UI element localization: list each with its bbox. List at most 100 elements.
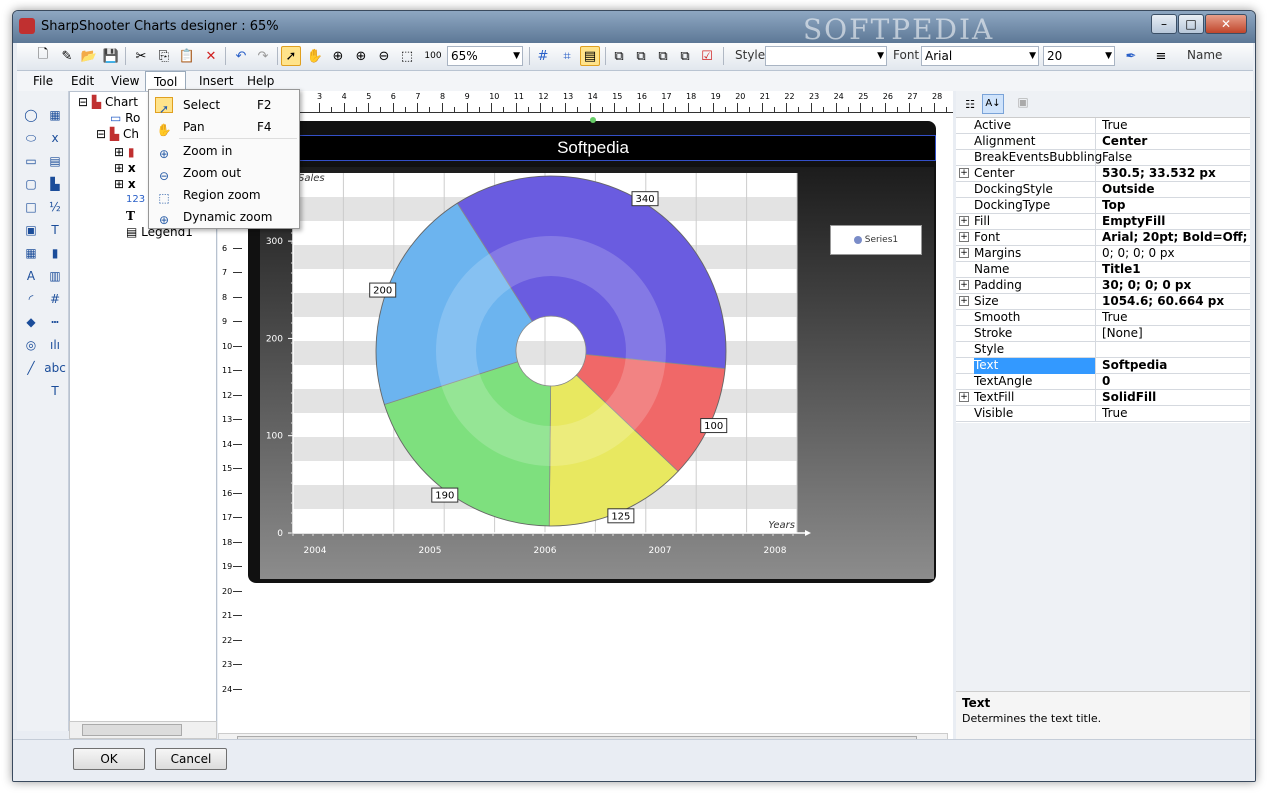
property-value[interactable]: True bbox=[1102, 310, 1250, 325]
table-tool-icon[interactable]: ▤ bbox=[45, 151, 65, 171]
property-value[interactable]: 0; 0; 0; 0 px bbox=[1102, 246, 1250, 261]
property-row-fill[interactable]: + Fill EmptyFill bbox=[956, 214, 1250, 230]
tree-node-series-a[interactable]: ⊞ ▮ bbox=[114, 144, 135, 160]
stacked-chart-tool-icon[interactable]: ▥ bbox=[45, 266, 65, 286]
tree-node-labels[interactable]: 123 bbox=[126, 192, 145, 208]
zoom-in-icon[interactable]: ⊕ bbox=[328, 46, 348, 66]
tool-menu-item-region-zoom[interactable]: ⬚ Region zoom bbox=[151, 184, 297, 206]
undo-icon[interactable]: ↶ bbox=[231, 46, 251, 66]
font-size-combo[interactable]: 20 ▼ bbox=[1043, 46, 1115, 66]
property-value[interactable]: Top bbox=[1102, 198, 1250, 213]
menu-edit[interactable]: Edit bbox=[63, 71, 102, 91]
grid-icon[interactable]: # bbox=[533, 46, 553, 66]
property-row-text[interactable]: Text Softpedia bbox=[956, 358, 1250, 374]
label-tool-icon[interactable]: # bbox=[45, 289, 65, 309]
property-row-stroke[interactable]: Stroke [None] bbox=[956, 326, 1250, 342]
property-row-font[interactable]: + Font Arial; 20pt; Bold=Off; Italic bbox=[956, 230, 1250, 246]
delete-icon[interactable]: ✕ bbox=[201, 46, 221, 66]
menu-insert[interactable]: Insert bbox=[191, 71, 241, 91]
text-tool-icon[interactable]: T bbox=[45, 220, 65, 240]
region-zoom-icon[interactable]: ⬚ bbox=[397, 46, 417, 66]
tree-node-ch[interactable]: ⊟ ▙ Ch bbox=[96, 126, 139, 142]
expand-icon[interactable]: + bbox=[959, 248, 969, 258]
property-value[interactable]: Softpedia bbox=[1102, 358, 1250, 373]
expand-icon[interactable]: + bbox=[959, 232, 969, 242]
paste-icon[interactable]: 📋 bbox=[177, 46, 197, 66]
property-value[interactable]: EmptyFill bbox=[1102, 214, 1250, 229]
property-row-smooth[interactable]: Smooth True bbox=[956, 310, 1250, 326]
property-row-textangle[interactable]: TextAngle 0 bbox=[956, 374, 1250, 390]
new-icon[interactable]: 🗋 bbox=[33, 46, 53, 66]
zoom-in-plus-icon[interactable]: ⊕ bbox=[351, 46, 371, 66]
property-value[interactable]: True bbox=[1102, 406, 1250, 421]
textbox-tool-icon[interactable]: A bbox=[21, 266, 41, 286]
expand-icon[interactable]: + bbox=[959, 280, 969, 290]
property-row-active[interactable]: Active True bbox=[956, 118, 1250, 134]
property-value[interactable]: [None] bbox=[1102, 326, 1250, 341]
tree-node-ro[interactable]: ▭ Ro bbox=[110, 110, 140, 126]
property-value[interactable]: Center bbox=[1102, 134, 1250, 149]
rectangle-tool-icon[interactable]: ▭ bbox=[21, 151, 41, 171]
property-value[interactable]: False bbox=[1102, 150, 1250, 165]
rounded-ellipse-tool-icon[interactable]: ⬭ bbox=[21, 128, 41, 148]
gauge-tool-icon[interactable]: ◎ bbox=[21, 335, 41, 355]
cancel-button[interactable]: Cancel bbox=[155, 748, 227, 770]
zoom-out-icon[interactable]: ⊖ bbox=[374, 46, 394, 66]
minimize-button[interactable]: – bbox=[1151, 14, 1177, 34]
rounded-rect-tool-icon[interactable]: ▢ bbox=[21, 174, 41, 194]
property-row-textfill[interactable]: + TextFill SolidFill bbox=[956, 390, 1250, 406]
tree-node-axis-y[interactable]: ⊞ x bbox=[114, 176, 136, 192]
property-value[interactable]: Title1 bbox=[1102, 262, 1250, 277]
group-icon[interactable]: ⧉ bbox=[653, 46, 673, 66]
picture-tool-icon[interactable]: ▦ bbox=[21, 243, 41, 263]
tool-menu-item-zoom-in[interactable]: ⊕ Zoom in bbox=[151, 140, 297, 162]
series-tool-icon[interactable]: ▮ bbox=[45, 243, 65, 263]
chart-canvas[interactable]: Softpedia Series1 0 100 200 300 2004 2005 2006… bbox=[248, 117, 936, 583]
tree-scrollbar[interactable] bbox=[69, 721, 217, 739]
menu-view[interactable]: View bbox=[103, 71, 147, 91]
property-value[interactable]: 0 bbox=[1102, 374, 1250, 389]
axis-tool-icon[interactable]: x bbox=[45, 128, 65, 148]
property-row-style[interactable]: Style bbox=[956, 342, 1250, 358]
property-value[interactable]: True bbox=[1102, 118, 1250, 133]
histogram-tool-icon[interactable]: ılı bbox=[45, 335, 65, 355]
property-row-center[interactable]: + Center 530.5; 33.532 px bbox=[956, 166, 1250, 182]
property-row-dockingtype[interactable]: DockingType Top bbox=[956, 198, 1250, 214]
expand-icon[interactable]: + bbox=[959, 296, 969, 306]
save-icon[interactable]: 💾 bbox=[101, 46, 121, 66]
property-row-alignment[interactable]: Alignment Center bbox=[956, 134, 1250, 150]
snap-icon[interactable]: ⌗ bbox=[557, 46, 577, 66]
property-row-name[interactable]: Name Title1 bbox=[956, 262, 1250, 278]
expand-icon[interactable]: + bbox=[959, 216, 969, 226]
wizard-icon[interactable]: ✎ bbox=[57, 46, 77, 66]
copy-icon[interactable]: ⎘ bbox=[154, 46, 174, 66]
font-combo[interactable]: Arial ▼ bbox=[921, 46, 1039, 66]
zoom-combo[interactable]: 65% ▼ bbox=[447, 46, 523, 66]
menu-file[interactable]: File bbox=[25, 71, 61, 91]
chart-tool-icon[interactable]: ▦ bbox=[45, 105, 65, 125]
property-value[interactable]: 530.5; 33.532 px bbox=[1102, 166, 1250, 181]
tool-menu-item-pan[interactable]: ✋ Pan F4 bbox=[151, 116, 297, 138]
property-value[interactable]: 30; 0; 0; 0 px bbox=[1102, 278, 1250, 293]
shape-tool-icon[interactable]: ◆ bbox=[21, 312, 41, 332]
expand-icon[interactable]: + bbox=[959, 392, 969, 402]
text-arrow-tool-icon[interactable]: T bbox=[45, 381, 65, 401]
menu-help[interactable]: Help bbox=[239, 71, 282, 91]
tool-menu-item-zoom-out[interactable]: ⊖ Zoom out bbox=[151, 162, 297, 184]
property-value[interactable]: Arial; 20pt; Bold=Off; Italic bbox=[1102, 230, 1250, 245]
zoom-100-icon[interactable]: 100 bbox=[423, 46, 443, 66]
abc-tool-icon[interactable]: abc bbox=[44, 358, 66, 378]
fraction-tool-icon[interactable]: ½ bbox=[45, 197, 65, 217]
ok-button[interactable]: OK bbox=[73, 748, 145, 770]
open-icon[interactable]: 📂 bbox=[79, 46, 99, 66]
tool-menu-item-select[interactable]: ➚ Select F2 bbox=[151, 94, 297, 116]
cut-icon[interactable]: ✂ bbox=[131, 46, 151, 66]
property-row-dockingstyle[interactable]: DockingStyle Outside bbox=[956, 182, 1250, 198]
property-row-size[interactable]: + Size 1054.6; 60.664 px bbox=[956, 294, 1250, 310]
check-icon[interactable]: ☑ bbox=[697, 46, 717, 66]
bar-chart-tool-icon[interactable]: ▙ bbox=[45, 174, 65, 194]
tool-menu-item-dynamic-zoom[interactable]: ⊕ Dynamic zoom bbox=[151, 206, 297, 228]
tree-node-chart[interactable]: ⊟ ▙ Chart bbox=[78, 94, 138, 110]
tree-node-title[interactable]: T bbox=[126, 208, 135, 224]
alphabetical-icon[interactable]: A↓ bbox=[982, 94, 1004, 114]
